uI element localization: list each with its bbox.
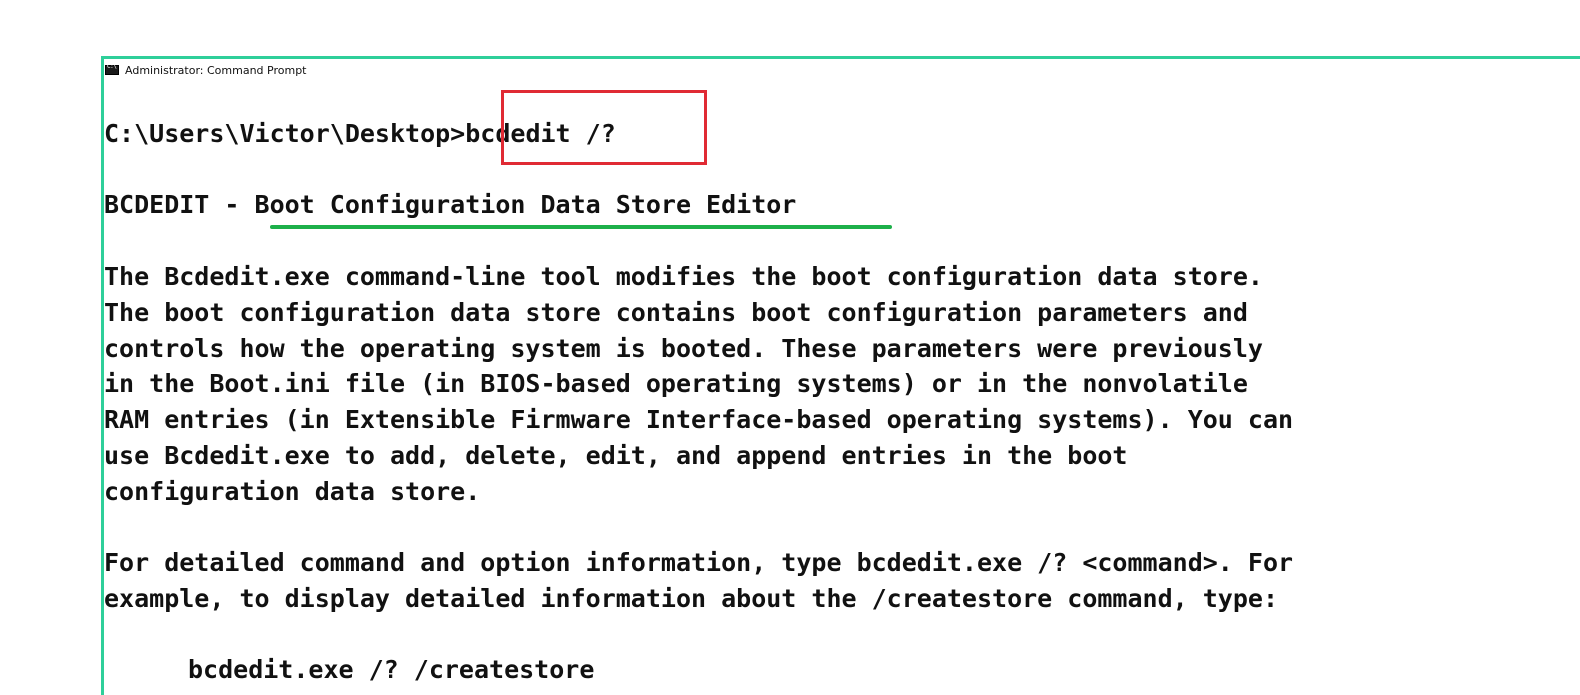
header-line: BCDEDIT - Boot Configuration Data Store …	[104, 187, 796, 223]
command-highlight-box	[501, 90, 707, 165]
description-line: use Bcdedit.exe to add, delete, edit, an…	[104, 441, 1128, 470]
console-output[interactable]: C:\Users\Victor\Desktop>bcdedit /? BCDED…	[104, 59, 1293, 684]
header-title: Boot Configuration Data Store Editor	[254, 190, 797, 219]
help-line: example, to display detailed information…	[104, 584, 1278, 613]
example-command: bcdedit.exe /? /createstore	[188, 655, 595, 684]
title-underline	[270, 225, 892, 229]
command-prompt-window: Administrator: Command Prompt C:\Users\V…	[101, 56, 1580, 695]
help-line: For detailed command and option informat…	[104, 548, 1294, 577]
description-line: controls how the operating system is boo…	[104, 334, 1263, 363]
description-line: The Bcdedit.exe command-line tool modifi…	[104, 262, 1263, 291]
description-line: RAM entries (in Extensible Firmware Inte…	[104, 405, 1294, 434]
description-line: configuration data store.	[104, 477, 481, 506]
prompt-path: C:\Users\Victor\Desktop>	[104, 119, 466, 148]
header-prefix: BCDEDIT -	[104, 190, 255, 219]
description-line: The boot configuration data store contai…	[104, 298, 1248, 327]
description-line: in the Boot.ini file (in BIOS-based oper…	[104, 369, 1248, 398]
